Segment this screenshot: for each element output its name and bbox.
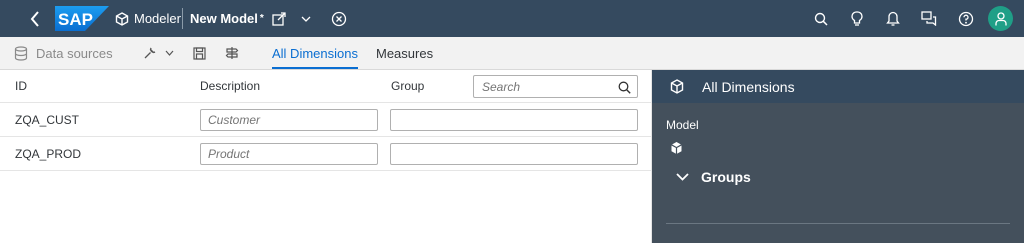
unsaved-marker: *: [259, 13, 264, 24]
model-label: Model: [666, 118, 699, 132]
app-name: Modeler: [134, 11, 181, 26]
details-panel: All Dimensions Model Groups: [652, 70, 1024, 243]
data-sources-button[interactable]: Data sources: [14, 37, 113, 69]
back-icon: [30, 10, 39, 27]
dimensions-grid: ID Description Group ZQA_CUST ZQA_PROD: [0, 70, 652, 243]
chevron-down-icon: [301, 16, 311, 22]
model-cube-icon: [671, 142, 682, 154]
grid-header: ID Description Group: [0, 70, 652, 103]
dimension-id: ZQA_PROD: [15, 146, 82, 161]
chevron-down-icon: [165, 50, 174, 56]
export-dropdown[interactable]: [292, 0, 320, 37]
description-field[interactable]: [200, 109, 378, 131]
export-icon: [272, 11, 286, 26]
description-field[interactable]: [200, 143, 378, 165]
user-avatar[interactable]: [988, 6, 1013, 31]
search-icon: [618, 81, 631, 94]
sap-logo[interactable]: SAP: [55, 6, 109, 31]
document-title[interactable]: New Model *: [190, 0, 264, 37]
groups-section-toggle[interactable]: Groups: [676, 167, 751, 187]
tab-measures-label: Measures: [376, 45, 434, 61]
help-icon: [958, 11, 974, 26]
lightbulb-icon: [851, 10, 863, 26]
tab-all-dimensions[interactable]: All Dimensions: [272, 37, 358, 69]
help-button[interactable]: [952, 0, 980, 37]
export-button[interactable]: [265, 0, 293, 37]
wrench-icon: [144, 47, 156, 59]
ideas-button[interactable]: [843, 0, 871, 37]
signpost-button[interactable]: [225, 37, 239, 69]
column-header-id[interactable]: ID: [15, 70, 27, 102]
shell-bar: SAP Modeler New Model *: [0, 0, 1024, 37]
groups-label: Groups: [701, 169, 751, 185]
database-icon: [14, 45, 28, 61]
dimension-id: ZQA_CUST: [15, 112, 80, 127]
table-row[interactable]: ZQA_CUST: [0, 103, 652, 137]
chat-icon: [921, 11, 937, 26]
tab-all-dimensions-label: All Dimensions: [272, 45, 358, 61]
table-row[interactable]: ZQA_PROD: [0, 137, 652, 171]
group-field[interactable]: [390, 143, 638, 165]
panel-divider: [666, 223, 1010, 224]
user-icon: [994, 11, 1007, 25]
column-header-description[interactable]: Description: [200, 70, 260, 102]
search-icon: [814, 12, 828, 26]
tools-menu-button[interactable]: [143, 37, 174, 69]
panel-header: All Dimensions: [652, 70, 1024, 103]
tab-measures[interactable]: Measures: [376, 37, 433, 69]
app-menu[interactable]: Modeler: [115, 0, 181, 37]
back-button[interactable]: [20, 0, 50, 37]
notifications-button[interactable]: [879, 0, 907, 37]
document-title-text: New Model: [190, 11, 258, 26]
toolbar: Data sources All Dimensions Measures: [0, 37, 1024, 70]
panel-title: All Dimensions: [702, 78, 795, 95]
group-field[interactable]: [390, 109, 638, 131]
dimensions-cube-icon: [670, 79, 684, 94]
shell-separator: [182, 8, 183, 29]
discussions-button[interactable]: [915, 0, 943, 37]
save-icon: [193, 46, 206, 60]
bell-icon: [886, 11, 900, 26]
search-button[interactable]: [615, 78, 633, 96]
data-sources-label: Data sources: [36, 45, 113, 61]
shell-search-button[interactable]: [807, 0, 835, 37]
column-header-group[interactable]: Group: [391, 70, 424, 102]
chevron-down-icon: [676, 173, 689, 181]
modeler-cube-icon: [115, 11, 129, 26]
save-button[interactable]: [193, 37, 206, 69]
signpost-icon: [225, 47, 239, 59]
close-button[interactable]: [325, 0, 353, 37]
close-circle-icon: [331, 11, 347, 26]
search-input[interactable]: [473, 75, 638, 98]
sap-logo-text: SAP: [58, 10, 93, 29]
